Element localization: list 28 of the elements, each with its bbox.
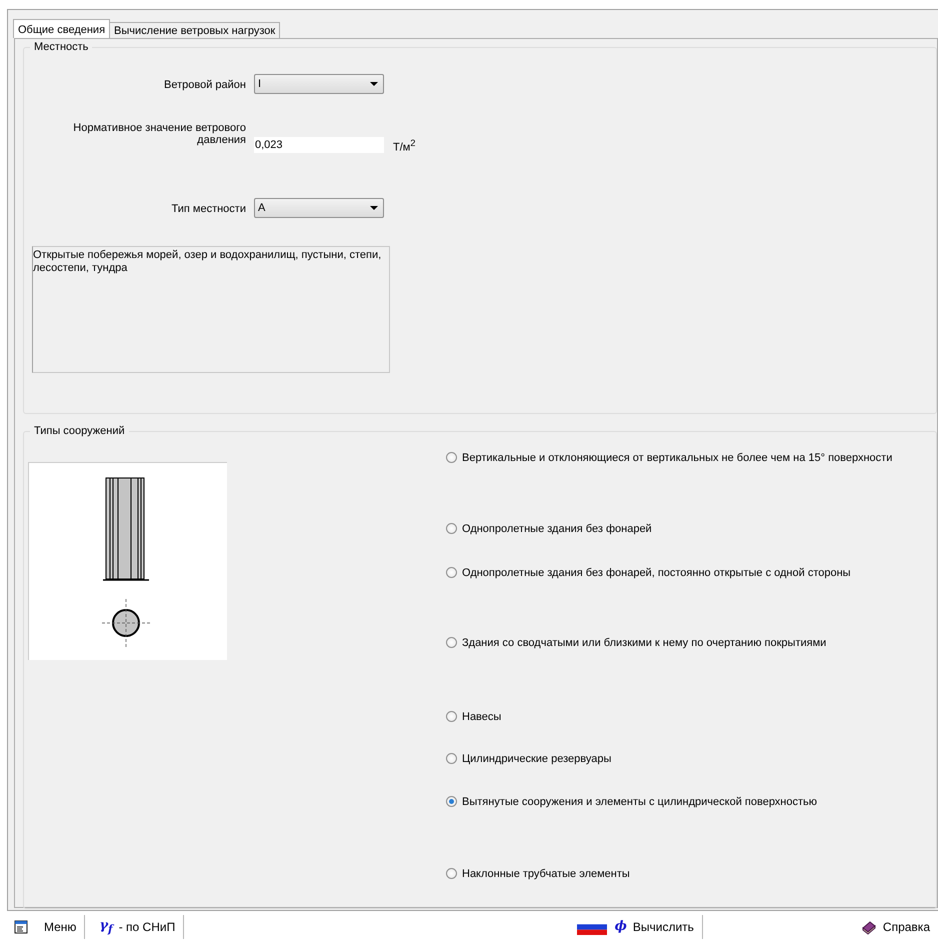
radio-option[interactable]: Здания со сводчатыми или близкими к нему по очертанию покрытиями	[446, 636, 892, 649]
group-title: Местность	[30, 41, 92, 53]
field-label: Нормативное значение ветрового давления	[72, 122, 247, 146]
radio-option[interactable]: Однопролетные здания без фонарей	[446, 522, 892, 535]
coefficient-button[interactable]: γ$_{f}$ - по СНиП	[85, 914, 184, 938]
help-button[interactable]: Справка	[852, 914, 938, 938]
radio-option[interactable]: Вытянутые сооружения и элементы с цилиндрической поверхностью	[446, 795, 892, 808]
field-label: Ветровой район	[163, 79, 247, 91]
radio-option[interactable]: Однопролетные здания без фонарей, постоянно открытые с одной стороны	[446, 566, 892, 579]
book-icon	[860, 918, 877, 934]
radio-option[interactable]: Цилиндрические резервуары	[446, 752, 892, 765]
tab[interactable]: Общие сведения	[13, 19, 110, 38]
radio-option[interactable]: Навесы	[446, 710, 892, 723]
radio-option[interactable]: Наклонные трубчатые элементы	[446, 867, 892, 880]
calculate-button[interactable]: ϕ Вычислить	[606, 914, 703, 938]
tab[interactable]: Вычисление ветровых нагрузок	[109, 22, 280, 38]
dropdown[interactable]: I	[254, 74, 384, 94]
menu-icon	[14, 920, 28, 934]
input-field[interactable]: 0,023	[254, 137, 384, 153]
caret-icon	[370, 82, 378, 86]
description-text: Открытые побережья морей, озер и водохранилищ, пустыни, степи, лесостепи, тундра	[32, 246, 390, 373]
radio-option[interactable]: Вертикальные и отклоняющиеся от вертикальных не более чем на 15° поверхности	[446, 451, 892, 464]
unit-label: Т/м$^{2}$	[393, 138, 416, 154]
menu-button[interactable]: Меню	[0, 914, 86, 938]
field-label: Тип местности	[170, 202, 247, 215]
caret-icon	[370, 206, 378, 210]
group-title: Типы сооружений	[30, 425, 129, 437]
dropdown[interactable]: A	[254, 198, 384, 218]
